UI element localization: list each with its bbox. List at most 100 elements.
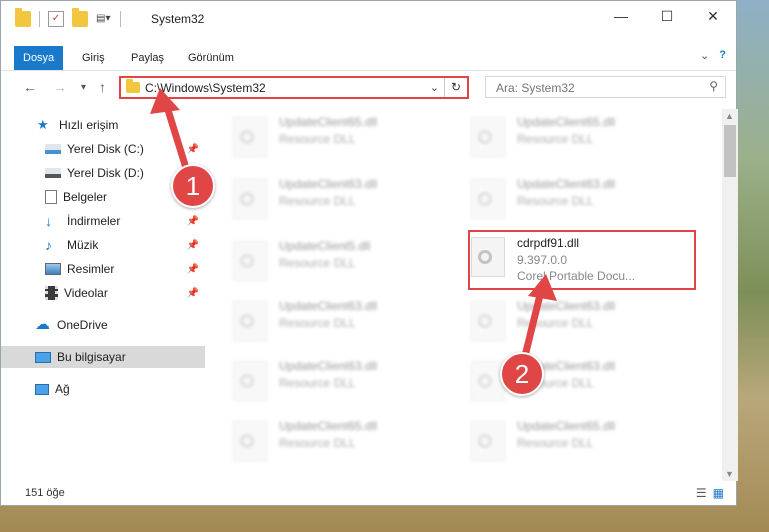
file-name: UpdateClient63.dll <box>517 177 616 191</box>
list-item[interactable]: UpdateClient63.dll Resource DLL <box>207 293 427 343</box>
scrollbar-thumb[interactable] <box>724 125 736 177</box>
list-item[interactable]: UpdateClient63.dll Resource DLL <box>445 171 665 221</box>
status-bar: 151 öğe ☰ ▦ <box>1 481 736 505</box>
recent-locations-chevron-icon[interactable]: ▾ <box>81 82 86 93</box>
list-item[interactable]: UpdateClient63.dll Resource DLL <box>207 353 427 403</box>
list-item[interactable]: UpdateClient65.dll Resource DLL <box>445 413 665 463</box>
help-icon[interactable]: ? <box>719 49 726 62</box>
tab-file[interactable]: Dosya <box>14 46 64 70</box>
sidebar-item-label: Müzik <box>67 238 99 252</box>
window-controls: — ☐ ✕ <box>598 1 736 31</box>
search-input[interactable] <box>494 79 698 97</box>
list-item[interactable]: UpdateClient65.dll Resource DLL <box>445 109 665 159</box>
sidebar-item-music[interactable]: ♪ Müzik 📌 <box>1 234 205 256</box>
sidebar-item-label: Belgeler <box>63 190 108 204</box>
toolbar-divider <box>120 11 121 27</box>
maximize-icon[interactable]: ☐ <box>644 1 690 31</box>
sidebar-item-label: Ağ <box>55 382 70 396</box>
large-icons-view-icon[interactable]: ▦ <box>713 486 724 500</box>
properties-icon[interactable]: ✓ <box>48 11 64 27</box>
pin-icon[interactable]: 📌 <box>187 264 199 275</box>
step-2-badge: 2 <box>500 352 544 396</box>
drive-icon <box>45 168 61 178</box>
dll-file-icon <box>233 117 267 157</box>
file-description: Resource DLL <box>279 256 356 270</box>
sidebar-item-downloads[interactable]: ↓ İndirmeler 📌 <box>1 210 205 232</box>
sidebar-item-label: Yerel Disk (D:) <box>67 166 144 180</box>
tab-home[interactable]: Giriş <box>73 46 114 70</box>
dll-file-icon <box>233 361 267 401</box>
back-arrow-icon[interactable]: ← <box>23 79 37 95</box>
search-icon[interactable]: ⚲ <box>709 79 718 93</box>
dll-file-icon <box>471 421 505 461</box>
sidebar-item-label: Yerel Disk (C:) <box>67 142 144 156</box>
customize-toolbar-icon[interactable]: ▤▾ <box>96 11 112 27</box>
list-item[interactable]: UpdateClient63.dll Resource DLL <box>207 171 427 221</box>
scroll-down-icon[interactable]: ▼ <box>725 469 734 479</box>
tab-view[interactable]: Görünüm <box>179 46 243 70</box>
minimize-icon[interactable]: — <box>598 1 644 31</box>
list-item[interactable]: UpdateClient65.dll Resource DLL <box>207 109 427 159</box>
cloud-icon: ☁ <box>35 316 50 333</box>
sidebar-item-quick-access[interactable]: ★ Hızlı erişim <box>1 114 205 136</box>
sidebar-item-pictures[interactable]: Resimler 📌 <box>1 258 205 280</box>
list-item[interactable]: UpdateClient63.dll Resource DLL <box>445 293 665 343</box>
file-name: UpdateClient63.dll <box>517 299 616 313</box>
download-icon: ↓ <box>45 213 52 229</box>
ribbon-tabs: Dosya Giriş Paylaş Görünüm ⌄ ? <box>1 46 736 71</box>
star-icon: ★ <box>37 117 49 132</box>
file-highlight-box <box>468 230 696 290</box>
network-icon <box>35 383 49 395</box>
file-description: Resource DLL <box>279 436 356 450</box>
details-view-icon[interactable]: ☰ <box>696 486 707 500</box>
dll-file-icon <box>471 179 505 219</box>
list-item[interactable]: UpdateClient63.dll Resource DLL <box>445 353 665 403</box>
pin-icon[interactable]: 📌 <box>187 144 199 155</box>
new-folder-icon[interactable] <box>72 8 88 27</box>
item-count: 151 öğe <box>25 487 65 499</box>
view-switcher: ☰ ▦ <box>696 486 724 500</box>
forward-arrow-icon[interactable]: → <box>53 79 67 95</box>
file-name: UpdateClient65.dll <box>279 419 378 433</box>
file-name: UpdateClient65.dll <box>517 419 616 433</box>
search-box[interactable]: ⚲ <box>485 76 726 98</box>
tab-share[interactable]: Paylaş <box>122 46 173 70</box>
vertical-scrollbar[interactable]: ▲ ▼ <box>722 109 738 481</box>
sidebar-item-local-disk-c[interactable]: Yerel Disk (C:) 📌 <box>1 138 205 160</box>
file-description: Resource DLL <box>517 316 594 330</box>
scroll-up-icon[interactable]: ▲ <box>725 111 734 121</box>
sidebar-item-onedrive[interactable]: ☁ OneDrive <box>1 314 205 336</box>
music-icon: ♪ <box>45 237 52 253</box>
window-title: System32 <box>151 12 205 26</box>
refresh-icon[interactable]: ↻ <box>444 78 467 97</box>
file-description: Resource DLL <box>279 194 356 208</box>
dll-file-icon <box>233 301 267 341</box>
drive-icon <box>45 144 61 154</box>
address-bar[interactable]: C:\Windows\System32 ⌄ ↻ <box>119 76 469 99</box>
pin-icon[interactable]: 📌 <box>187 240 199 251</box>
sidebar-item-label: Bu bilgisayar <box>57 350 126 364</box>
ribbon-controls: ⌄ ? <box>700 49 726 62</box>
pin-icon[interactable]: 📌 <box>187 288 199 299</box>
dll-file-icon <box>233 179 267 219</box>
sidebar-item-this-pc[interactable]: Bu bilgisayar <box>1 346 205 368</box>
file-description: Resource DLL <box>517 132 594 146</box>
list-item[interactable]: UpdateClient5.dll Resource DLL <box>207 233 427 283</box>
image-icon <box>45 263 61 275</box>
step-1-badge: 1 <box>171 164 215 208</box>
close-icon[interactable]: ✕ <box>690 1 736 31</box>
address-path[interactable]: C:\Windows\System32 <box>145 81 266 95</box>
list-item[interactable]: UpdateClient65.dll Resource DLL <box>207 413 427 463</box>
navigation-pane: ★ Hızlı erişim Yerel Disk (C:) 📌 Yerel D… <box>1 111 205 481</box>
pin-icon[interactable]: 📌 <box>187 216 199 227</box>
file-name: UpdateClient63.dll <box>279 299 378 313</box>
file-name: UpdateClient65.dll <box>279 115 378 129</box>
sidebar-item-network[interactable]: Ağ <box>1 378 205 400</box>
file-description: Resource DLL <box>517 194 594 208</box>
chevron-down-icon[interactable]: ⌄ <box>430 81 439 94</box>
chevron-down-icon[interactable]: ⌄ <box>700 49 709 62</box>
sidebar-item-videos[interactable]: Videolar 📌 <box>1 282 205 304</box>
sidebar-item-label: İndirmeler <box>67 214 121 228</box>
file-explorer-window: ✓ ▤▾ System32 — ☐ ✕ Dosya Giriş Paylaş G… <box>0 0 738 506</box>
up-arrow-icon[interactable]: ↑ <box>99 79 106 95</box>
